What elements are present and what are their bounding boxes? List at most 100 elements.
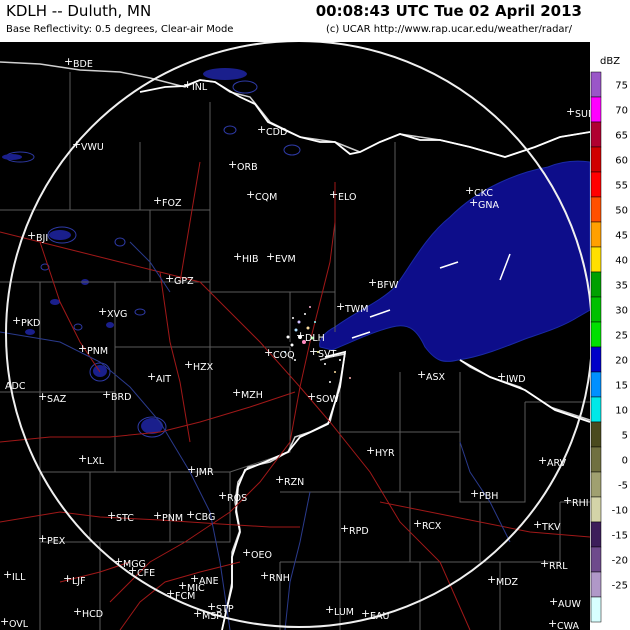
city-auw: AUW (558, 599, 581, 610)
svg-text:+: + (246, 188, 255, 201)
timestamp: 00:08:43 UTC Tue 02 April 2013 (315, 2, 582, 20)
svg-text:+: + (417, 368, 426, 381)
svg-text:+: + (368, 276, 377, 289)
svg-text:+: + (257, 123, 266, 136)
svg-text:+: + (549, 595, 558, 608)
svg-text:+: + (309, 345, 318, 358)
city-msp: MSP (202, 611, 222, 622)
city-mdz: MDZ (496, 577, 519, 588)
city-inl: INL (192, 82, 208, 93)
city-bde: BDE (73, 59, 93, 70)
city-ill: ILL (12, 572, 26, 583)
city-sow: SOW (316, 394, 340, 405)
city-saz: SAZ (47, 394, 67, 405)
legend-label: 50 (615, 206, 628, 217)
legend-unit: dBZ (600, 56, 620, 67)
legend-swatch (590, 421, 602, 448)
city-svt: SVT (318, 349, 337, 360)
city-brd: BRD (111, 392, 131, 403)
svg-text:+: + (232, 386, 241, 399)
legend-swatch (590, 471, 602, 498)
svg-text:+: + (264, 346, 273, 359)
legend-swatch (590, 146, 602, 173)
svg-text:+: + (329, 188, 338, 201)
svg-text:+: + (38, 390, 47, 403)
legend-label: 55 (615, 181, 628, 192)
city-coq: COQ (273, 350, 295, 361)
city-gpz: GPZ (174, 276, 194, 287)
legend-label: 5 (622, 431, 628, 442)
legend-label: 20 (615, 356, 628, 367)
svg-text:+: + (186, 508, 195, 521)
svg-text:+: + (147, 370, 156, 383)
legend-swatch (590, 246, 602, 273)
svg-text:+: + (3, 568, 12, 581)
svg-text:+: + (98, 305, 107, 318)
svg-text:+: + (275, 473, 284, 486)
city-eau: EAU (370, 611, 390, 622)
city-asx: ASX (426, 372, 446, 383)
svg-text:+: + (153, 194, 162, 207)
svg-text:+: + (38, 532, 47, 545)
svg-text:+: + (233, 250, 242, 263)
legend-swatch (590, 571, 602, 598)
city-dlh: DLH (305, 333, 325, 344)
city-hib: HIB (242, 254, 258, 265)
radar-screen: KDLH -- Duluth, MN Base Reflectivity: 0.… (0, 0, 630, 630)
legend-swatch (590, 171, 602, 198)
legend-swatch (590, 396, 602, 423)
legend-swatch (590, 321, 602, 348)
header-bar: KDLH -- Duluth, MN Base Reflectivity: 0.… (0, 0, 630, 42)
legend-swatch (590, 96, 602, 123)
city-pwd-area: PNM (87, 346, 108, 357)
svg-text:+: + (497, 370, 506, 383)
city-cqm: CQM (255, 192, 277, 203)
city-rcx: RCX (422, 521, 442, 532)
svg-text:+: + (218, 489, 227, 502)
svg-text:+: + (296, 329, 305, 342)
radar-map[interactable]: + INL + BDE + CDD + VWU + ORB + CQM + ELO + FOZ … (0, 42, 590, 630)
svg-text:+: + (470, 487, 479, 500)
city-vwu: VWU (81, 142, 104, 153)
city-cdd: CDD (266, 127, 287, 138)
city-elo: ELO (338, 192, 356, 203)
svg-text:+: + (27, 229, 36, 242)
city-xvg: XVG (107, 309, 127, 320)
svg-text:+: + (153, 509, 162, 522)
svg-text:+: + (102, 388, 111, 401)
city-rrl: RRL (549, 561, 568, 572)
city-orb: ORB (237, 162, 258, 173)
city-tkv: TKV (541, 522, 561, 533)
city-rpd: RPD (349, 526, 369, 537)
dbz-legend: dBZ 75 70 65 60 55 50 45 40 35 30 25 20 15 10 5 0 -5 -10-… (590, 42, 630, 630)
svg-text:+: + (413, 517, 422, 530)
svg-text:+: + (266, 250, 275, 263)
svg-text:+: + (184, 358, 193, 371)
legend-swatch (590, 546, 602, 573)
city-evm: EVM (275, 254, 296, 265)
svg-text:+: + (533, 518, 542, 531)
city-bji: BJI (36, 233, 48, 244)
station-title: KDLH -- Duluth, MN (6, 2, 152, 20)
city-pex: PEX (47, 536, 66, 547)
legend-label: 75 (615, 81, 628, 92)
city-cwa: CWA (557, 621, 580, 630)
city-cfe: CFE (137, 568, 155, 579)
legend-swatch (590, 221, 602, 248)
svg-text:+: + (63, 572, 72, 585)
svg-text:+: + (566, 105, 575, 118)
svg-text:+: + (307, 390, 316, 403)
legend-label: 0 (622, 456, 628, 467)
svg-text:+: + (128, 564, 137, 577)
svg-text:+: + (469, 196, 478, 209)
svg-text:+: + (340, 522, 349, 535)
legend-label: 35 (615, 281, 628, 292)
city-cbg: CBG (195, 512, 215, 523)
svg-text:+: + (538, 454, 547, 467)
legend-swatch (590, 371, 602, 398)
svg-text:+: + (183, 78, 192, 91)
city-rzn: RZN (284, 477, 304, 488)
legend-label: 25 (615, 331, 628, 342)
city-fcm: FCM (175, 591, 195, 602)
city-rnh: RNH (269, 573, 290, 584)
